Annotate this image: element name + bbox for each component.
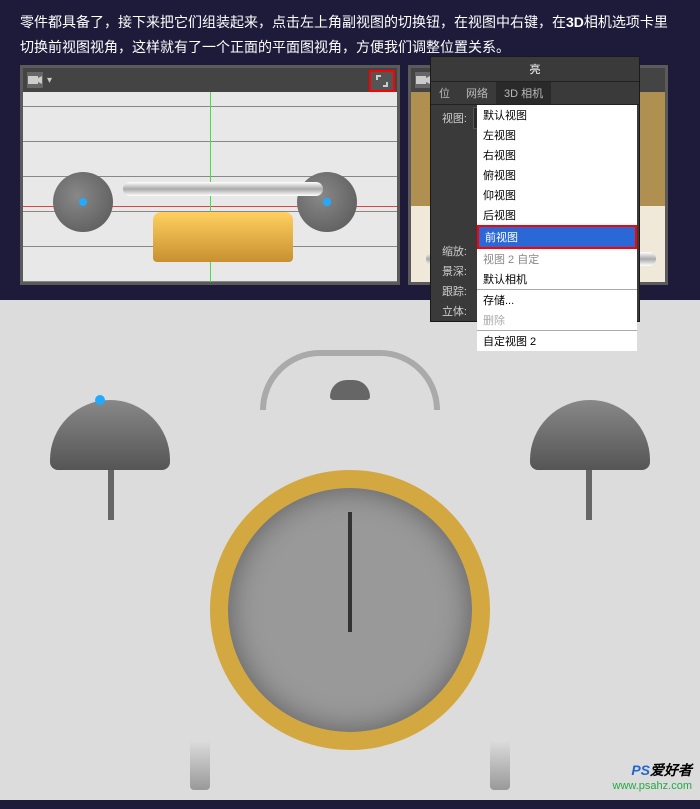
ring-object[interactable] <box>153 212 293 262</box>
context-title: 亮 <box>431 57 639 82</box>
clock-bell-left <box>50 400 170 470</box>
option-save[interactable]: 存储... <box>477 289 637 310</box>
watermark-url: www.psahz.com <box>613 780 692 792</box>
pivot-dot <box>79 198 87 206</box>
dropdown-chevron-icon[interactable]: ▾ <box>47 75 52 86</box>
option-back[interactable]: 后视图 <box>477 205 637 225</box>
track-label: 跟踪: <box>437 283 467 299</box>
pivot-dot <box>323 198 331 206</box>
context-menu-panel: 亮 位 网络 3D 相机 视图: 自定视图 2 ▾ 默认视图 左视图 右视图 俯… <box>430 56 640 322</box>
option-delete[interactable]: 删除 <box>477 310 637 330</box>
clock-leg-left <box>190 740 210 790</box>
watermark-ps: PS <box>631 762 650 778</box>
clock-leg-right <box>490 740 510 790</box>
option-left[interactable]: 左视图 <box>477 125 637 145</box>
handle-bar-object[interactable] <box>123 182 323 196</box>
swap-icon <box>374 73 390 89</box>
bell-stem-left <box>108 470 114 520</box>
tab-3d-camera[interactable]: 3D 相机 <box>496 82 551 104</box>
clock-face-ring <box>210 470 490 750</box>
option-default[interactable]: 默认视图 <box>477 105 637 125</box>
pivot-indicator <box>95 395 105 405</box>
option-default-camera[interactable]: 默认相机 <box>477 269 637 289</box>
tab-position[interactable]: 位 <box>431 82 458 104</box>
tab-mesh[interactable]: 网络 <box>458 82 496 104</box>
watermark: PS爱好者 www.psahz.com <box>613 760 692 792</box>
bell-object-right[interactable] <box>297 172 357 232</box>
clock-bell-right <box>530 400 650 470</box>
grid-viewport[interactable] <box>23 92 397 282</box>
stereo-label: 立体: <box>437 303 467 319</box>
bell-stem-right <box>586 470 592 520</box>
option-bottom[interactable]: 仰视图 <box>477 185 637 205</box>
instruction-accent: 3D <box>566 14 584 30</box>
watermark-brand: PS爱好者 <box>613 760 692 780</box>
option-top[interactable]: 俯视图 <box>477 165 637 185</box>
viewport-toolbar: ▾ <box>23 68 397 92</box>
bell-object-left[interactable] <box>53 172 113 232</box>
zoom-label: 缩放: <box>437 243 467 259</box>
instruction-part1: 零件都具备了，接下来把它们组装起来，点击左上角副视图的切换钮，在视图中右键，在 <box>20 14 566 30</box>
view-dropdown-list: 默认视图 左视图 右视图 俯视图 仰视图 后视图 前视图 视图 2 自定 默认相… <box>477 105 637 351</box>
render-preview: PS爱好者 www.psahz.com <box>0 300 700 800</box>
viewport-left[interactable]: ▾ <box>20 65 400 285</box>
option-front-highlighted[interactable]: 前视图 <box>477 225 637 249</box>
camera-icon[interactable] <box>415 72 431 88</box>
option-custom2[interactable]: 自定视图 2 <box>477 330 637 351</box>
option-view2[interactable]: 视图 2 自定 <box>477 249 637 269</box>
camera-icon[interactable] <box>27 72 43 88</box>
viewport-swap-button[interactable] <box>369 70 395 92</box>
clock-knob <box>330 380 370 400</box>
context-tabs: 位 网络 3D 相机 <box>431 82 639 105</box>
depth-label: 景深: <box>437 263 467 279</box>
view-label: 视图: <box>437 110 467 126</box>
watermark-cn: 爱好者 <box>650 762 692 778</box>
option-right[interactable]: 右视图 <box>477 145 637 165</box>
